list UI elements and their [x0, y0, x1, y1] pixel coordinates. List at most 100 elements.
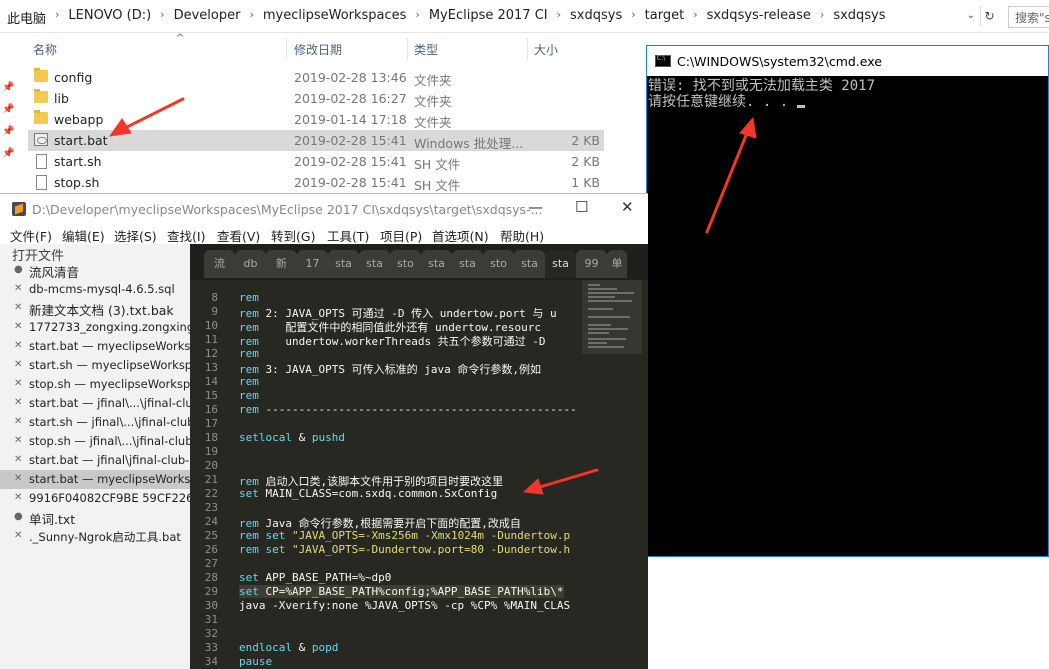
sidebar-file-item[interactable]: ✕ start.sh — myeclipseWorkspace [0, 356, 190, 375]
close-icon[interactable]: ✕ [14, 359, 22, 370]
code-line[interactable]: rem undertow.workerThreads 共五个参数可通过 -D [239, 333, 546, 349]
breadcrumb-item[interactable]: target [642, 8, 688, 27]
sublime-window[interactable]: D:\Developer\myeclipseWorkspaces\MyEclip… [0, 193, 648, 669]
menu-item[interactable]: 工具(T) [327, 226, 369, 245]
breadcrumb[interactable]: 此电脑 › LENOVO (D:) › Developer › myeclipseWorks… [4, 8, 889, 27]
unsaved-dot-icon[interactable]: ● [14, 264, 23, 275]
sidebar-file-item[interactable]: ✕ 1772733_zongxing.zongxing.xyz [0, 318, 190, 337]
column-modified[interactable]: 修改日期 [294, 41, 342, 58]
menu-item[interactable]: 选择(S) [114, 226, 157, 245]
breadcrumb-separator-icon[interactable]: › [625, 8, 641, 27]
editor-tab[interactable]: 17 [297, 250, 328, 278]
pin-icon[interactable]: 📌 [2, 148, 14, 159]
close-icon[interactable]: ✕ [14, 378, 22, 389]
sidebar-file-item[interactable]: ● 流风清音 [0, 261, 190, 280]
close-icon[interactable]: ✕ [14, 473, 22, 484]
breadcrumb-separator-icon[interactable]: › [551, 8, 567, 27]
breadcrumb-item[interactable]: sxdqsys [830, 8, 888, 27]
file-row[interactable]: webapp 2019-01-14 17:18 文件夹 [28, 109, 604, 130]
menu-item[interactable]: 编辑(E) [62, 226, 105, 245]
code-line[interactable]: set APP_BASE_PATH=%~dp0 [239, 571, 391, 584]
sidebar-file-item[interactable]: ✕ start.bat — jfinal\...\jfinal-club [0, 394, 190, 413]
close-icon[interactable]: ✕ [14, 283, 22, 294]
pin-icon[interactable]: 📌 [2, 104, 14, 115]
editor-tab[interactable]: sta [452, 250, 483, 278]
editor-tab[interactable]: sta [328, 250, 359, 278]
sidebar-file-item[interactable]: ✕ start.bat — jfinal\jfinal-club-1.8 [0, 451, 190, 470]
editor-tab[interactable]: 单 [607, 250, 627, 278]
close-icon[interactable]: ✕ [14, 454, 22, 465]
editor-tab[interactable]: sto [483, 250, 514, 278]
chevron-down-icon[interactable]: ⌄ [962, 6, 980, 26]
breadcrumb-item[interactable]: sxdqsys [567, 8, 625, 27]
breadcrumb-separator-icon[interactable]: › [49, 8, 65, 27]
close-icon[interactable]: ✕ [14, 321, 22, 332]
file-row[interactable]: lib 2019-02-28 16:27 文件夹 [28, 88, 604, 109]
breadcrumb-separator-icon[interactable]: › [814, 8, 830, 27]
breadcrumb-item[interactable]: Developer [171, 8, 244, 27]
menu-item[interactable]: 查找(I) [167, 226, 205, 245]
pin-icon[interactable]: 📌 [2, 126, 14, 137]
open-files-sidebar[interactable]: 打开文件 ● 流风清音 ✕ db-mcms-mysql-4.6.5.sql ✕ 新建文本文… [0, 244, 190, 669]
column-name[interactable]: 名称 [33, 41, 57, 58]
column-type[interactable]: 类型 [414, 41, 438, 58]
cmd-output[interactable]: 错误: 找不到或无法加载主类 2017 请按任意键继续. . . [647, 76, 1048, 112]
sidebar-file-item[interactable]: ✕ start.bat — myeclipseWorkspac [0, 470, 190, 489]
sidebar-file-item[interactable]: ✕ 新建文本文档 (3).txt.bak [0, 299, 190, 318]
menu-item[interactable]: 文件(F) [10, 226, 52, 245]
menu-item[interactable]: 转到(G) [271, 226, 315, 245]
breadcrumb-item[interactable]: LENOVO (D:) [65, 8, 154, 27]
close-icon[interactable]: ✕ [14, 435, 22, 446]
close-icon[interactable]: ✕ [14, 416, 22, 427]
search-input[interactable]: 搜索"s [1008, 6, 1049, 28]
close-icon[interactable]: ✕ [14, 492, 22, 503]
code-area[interactable]: 8 rem 9 rem 2: JAVA_OPTS 可通过 -D 传入 undertow… [190, 281, 648, 669]
code-line[interactable]: rem set "JAVA_OPTS=-Dundertow.port=80 -D… [239, 543, 570, 556]
refresh-icon[interactable]: ↻ [980, 6, 998, 26]
column-divider[interactable] [286, 38, 287, 60]
sidebar-file-item[interactable]: ✕ start.sh — jfinal\...\jfinal-club [0, 413, 190, 432]
code-line[interactable]: java -Xverify:none %JAVA_OPTS% -cp %CP% … [239, 599, 570, 612]
editor-tab[interactable]: sta [514, 250, 545, 278]
breadcrumb-separator-icon[interactable]: › [154, 8, 170, 27]
sidebar-file-item[interactable]: ✕ 9916F04082CF9BE 59CF22672F5 [0, 489, 190, 508]
sidebar-file-item[interactable]: ✕ ._Sunny-Ngrok启动工具.bat [0, 527, 190, 546]
breadcrumb-item[interactable]: 此电脑 [4, 8, 49, 27]
minimize-button[interactable]: — [528, 198, 543, 216]
pin-icon[interactable]: 📌 [2, 82, 14, 93]
sidebar-file-item[interactable]: ✕ stop.sh — jfinal\...\jfinal-club [0, 432, 190, 451]
column-divider[interactable] [527, 38, 528, 60]
sidebar-file-item[interactable]: ✕ start.bat — myeclipseWorkspace [0, 337, 190, 356]
code-line[interactable]: rem [239, 389, 259, 402]
editor-tab[interactable]: sta [421, 250, 452, 278]
code-line[interactable]: rem [239, 375, 259, 388]
close-button[interactable]: ✕ [621, 198, 634, 216]
editor-tab[interactable]: db [235, 250, 266, 278]
menu-item[interactable]: 查看(V) [217, 226, 260, 245]
code-line[interactable]: rem set "JAVA_OPTS=-Xms256m -Xmx1024m -D… [239, 529, 570, 542]
editor-tab[interactable]: sta [359, 250, 390, 278]
code-line[interactable]: pause [239, 655, 272, 668]
sidebar-file-item[interactable]: ✕ stop.sh — myeclipseWorkspace [0, 375, 190, 394]
file-row[interactable]: start.bat 2019-02-28 15:41 Windows 批处理... 2… [28, 130, 604, 151]
sidebar-file-item[interactable]: ● 单词.txt [0, 508, 190, 527]
code-line[interactable]: rem [239, 347, 259, 360]
close-icon[interactable]: ✕ [14, 340, 22, 351]
sidebar-file-item[interactable]: ✕ db-mcms-mysql-4.6.5.sql [0, 280, 190, 299]
column-divider[interactable] [407, 38, 408, 60]
code-line[interactable]: setlocal & pushd [239, 431, 345, 444]
menu-item[interactable]: 帮助(H) [500, 226, 544, 245]
address-bar[interactable]: 此电脑 › LENOVO (D:) › Developer › myeclipseWorks… [0, 0, 1049, 33]
breadcrumb-separator-icon[interactable]: › [243, 8, 259, 27]
code-line[interactable]: set CP=%APP_BASE_PATH%config;%APP_BASE_P… [239, 585, 564, 598]
editor-tab[interactable]: sta [545, 250, 576, 278]
code-line[interactable]: rem ------------------------------------… [239, 403, 577, 416]
menu-item[interactable]: 项目(P) [380, 226, 422, 245]
file-row[interactable]: start.sh 2019-02-28 15:41 SH 文件 2 KB [28, 151, 604, 172]
menu-item[interactable]: 首选项(N) [432, 226, 489, 245]
breadcrumb-separator-icon[interactable]: › [687, 8, 703, 27]
code-editor[interactable]: 流 db 新 17 sta sta sto sta sta sto sta sta 99 单 8 rem 9 r… [190, 244, 648, 669]
file-row[interactable]: stop.sh 2019-02-28 15:41 SH 文件 1 KB [28, 172, 604, 193]
code-line[interactable]: endlocal & popd [239, 641, 338, 654]
editor-tab[interactable]: 新 [266, 250, 297, 278]
